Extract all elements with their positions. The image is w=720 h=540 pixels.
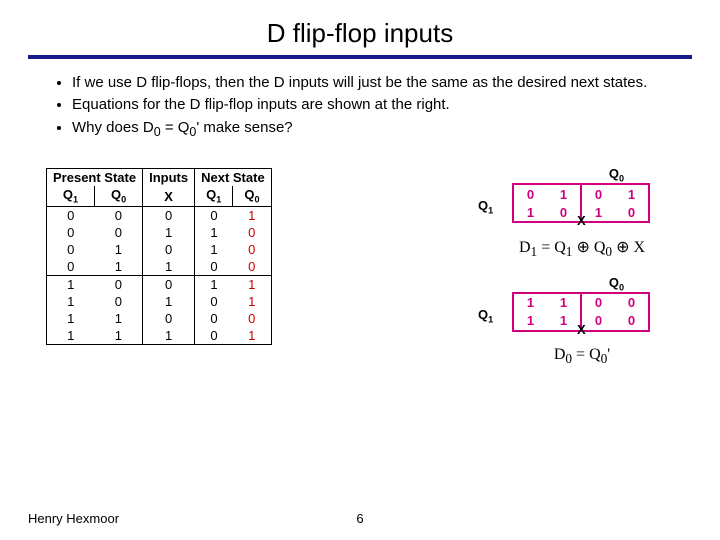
table-cell: 0 (143, 206, 195, 224)
table-cell: 0 (195, 206, 233, 224)
table-cell: 1 (95, 241, 143, 258)
kmap-cell: 1 (513, 203, 547, 222)
table-cell: 0 (233, 224, 271, 241)
table-cell: 1 (47, 275, 95, 293)
table-cell: 0 (47, 224, 95, 241)
kmap-cell: 1 (547, 184, 581, 203)
kmap-cell: 1 (615, 184, 649, 203)
table-cell: 1 (195, 241, 233, 258)
equation-d0: D0 = Q0' (472, 346, 692, 367)
kmap-cell: 1 (547, 312, 581, 331)
kmap-top-label: Q0 (609, 275, 624, 293)
table-cell: 1 (233, 293, 271, 310)
kmap-cell: 1 (547, 293, 581, 312)
kmap-cell: 0 (547, 203, 581, 222)
table-cell: 0 (143, 275, 195, 293)
col-q1n: Q1 (195, 186, 233, 206)
table-cell: 1 (233, 327, 271, 345)
slide-footer: Henry Hexmoor 6 (0, 511, 720, 526)
table-cell: 0 (195, 310, 233, 327)
kmap: Q0 Q1 11001100 X (482, 277, 682, 332)
kmap-cell: 0 (615, 203, 649, 222)
table-cell: 1 (143, 293, 195, 310)
col-group-present: Present State (47, 169, 143, 187)
table-cell: 0 (143, 241, 195, 258)
col-q0: Q0 (95, 186, 143, 206)
table-cell: 1 (143, 258, 195, 276)
kmap-cell: 1 (513, 312, 547, 331)
bullet-list: If we use D flip-flops, then the D input… (28, 73, 692, 140)
table-cell: 0 (233, 258, 271, 276)
kmap: Q0 Q1 01011010 X (482, 168, 682, 223)
table-cell: 0 (195, 258, 233, 276)
footer-author: Henry Hexmoor (28, 511, 119, 526)
kmap-left-label: Q1 (478, 307, 493, 325)
content-row: Present State Inputs Next State Q1 Q0 X … (28, 168, 692, 374)
table-row: 11000 (47, 310, 272, 327)
table-cell: 1 (233, 206, 271, 224)
title-underline (28, 55, 692, 59)
kmap-d1: Q0 Q1 01011010 X (472, 168, 692, 223)
kmap-cell: 1 (581, 203, 615, 222)
kmap-left-label: Q1 (478, 198, 493, 216)
table-cell: 1 (47, 310, 95, 327)
table-cell: 1 (95, 327, 143, 345)
table-cell: 1 (195, 224, 233, 241)
table-cell: 0 (95, 275, 143, 293)
kmap-cell: 0 (581, 293, 615, 312)
table-cell: 1 (95, 310, 143, 327)
kmap-cell: 1 (513, 293, 547, 312)
slide-title: D flip-flop inputs (28, 18, 692, 49)
table-row: 10101 (47, 293, 272, 310)
table-row: 00001 (47, 206, 272, 224)
table-cell: 0 (95, 206, 143, 224)
table-cell: 0 (95, 224, 143, 241)
table-row: 11101 (47, 327, 272, 345)
col-q0n: Q0 (233, 186, 271, 206)
table-cell: 0 (47, 206, 95, 224)
table-cell: 0 (47, 241, 95, 258)
col-q1: Q1 (47, 186, 95, 206)
table-cell: 0 (95, 293, 143, 310)
table-cell: 1 (195, 275, 233, 293)
kmap-cell: 0 (615, 312, 649, 331)
kmap-cell: 0 (581, 184, 615, 203)
col-x: X (143, 186, 195, 206)
slide-body: D flip-flop inputs If we use D flip-flop… (0, 0, 720, 387)
kmap-cell: 0 (513, 184, 547, 203)
bullet-item: If we use D flip-flops, then the D input… (72, 73, 692, 93)
table-cell: 0 (195, 327, 233, 345)
table-cell: 0 (143, 310, 195, 327)
table-cell: 0 (195, 293, 233, 310)
kmap-d0: Q0 Q1 11001100 X (472, 277, 692, 332)
kmap-column: Q0 Q1 01011010 X D1 = Q1 ⊕ Q0 ⊕ X Q0 Q1 … (290, 168, 692, 374)
table-row: 01100 (47, 258, 272, 276)
table-cell: 0 (47, 258, 95, 276)
table-row: 00110 (47, 224, 272, 241)
table-cell: 1 (47, 327, 95, 345)
kmap-bot-label: X (577, 322, 586, 337)
table-row: 10011 (47, 275, 272, 293)
footer-page: 6 (356, 511, 363, 526)
table-cell: 0 (233, 241, 271, 258)
table-cell: 0 (233, 310, 271, 327)
table-cell: 1 (47, 293, 95, 310)
bullet-item: Why does D0 = Q0' make sense? (72, 118, 692, 141)
state-table: Present State Inputs Next State Q1 Q0 X … (46, 168, 272, 345)
kmap-bot-label: X (577, 213, 586, 228)
table-cell: 1 (143, 327, 195, 345)
table-row: 01010 (47, 241, 272, 258)
kmap-cell: 0 (581, 312, 615, 331)
kmap-top-label: Q0 (609, 166, 624, 184)
table-cell: 1 (233, 275, 271, 293)
kmap-cell: 0 (615, 293, 649, 312)
state-table-body: 0000100110010100110010011101011100011101 (47, 206, 272, 344)
col-group-inputs: Inputs (143, 169, 195, 187)
equation-d1: D1 = Q1 ⊕ Q0 ⊕ X (472, 237, 692, 260)
col-group-next: Next State (195, 169, 272, 187)
table-cell: 1 (143, 224, 195, 241)
table-cell: 1 (95, 258, 143, 276)
bullet-item: Equations for the D flip-flop inputs are… (72, 95, 692, 115)
